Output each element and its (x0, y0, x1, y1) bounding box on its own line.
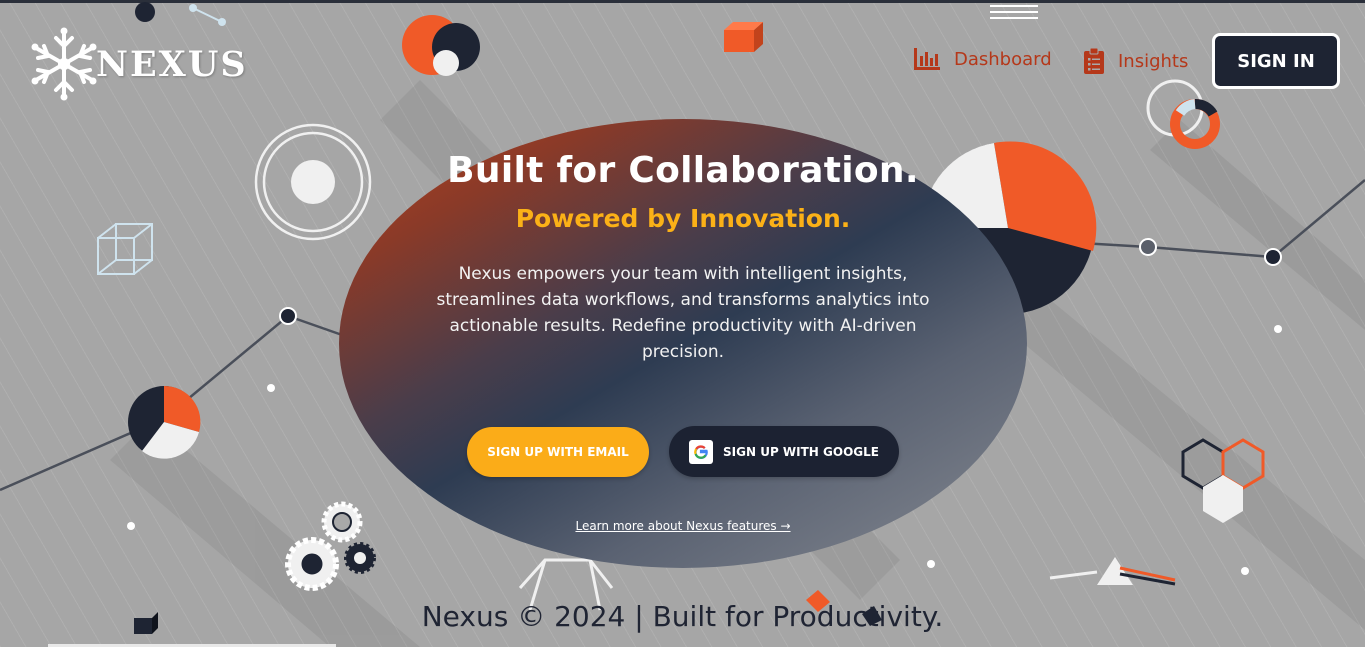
sign-up-google-button[interactable]: SIGN UP WITH GOOGLE (669, 426, 899, 477)
nav-insights[interactable]: Insights (1084, 48, 1188, 74)
sign-up-google-label: SIGN UP WITH GOOGLE (723, 444, 879, 459)
sign-up-email-button[interactable]: SIGN UP WITH EMAIL (467, 427, 649, 477)
brand-name: NEXUS (96, 43, 248, 85)
google-icon (689, 439, 714, 464)
snowflake-icon (31, 27, 97, 101)
clipboard-icon (1084, 48, 1104, 74)
bar-chart-icon (914, 48, 940, 70)
hero-description: Nexus empowers your team with intelligen… (436, 264, 930, 362)
learn-more-link[interactable]: Learn more about Nexus features → (339, 519, 1027, 533)
footer-text: Nexus © 2024 | Built for Productivity. (421, 600, 944, 633)
nav-dashboard[interactable]: Dashboard (914, 48, 1052, 70)
hero-panel: Built for Collaboration. Powered by Inno… (339, 119, 1027, 568)
nav-insights-label: Insights (1118, 50, 1189, 72)
brand-logo[interactable]: NEXUS (28, 26, 248, 102)
hero-subtitle: Powered by Innovation. (515, 204, 851, 233)
hero-title: Built for Collaboration. (447, 150, 919, 191)
sign-in-button[interactable]: SIGN IN (1212, 33, 1340, 89)
nav-dashboard-label: Dashboard (954, 48, 1052, 70)
